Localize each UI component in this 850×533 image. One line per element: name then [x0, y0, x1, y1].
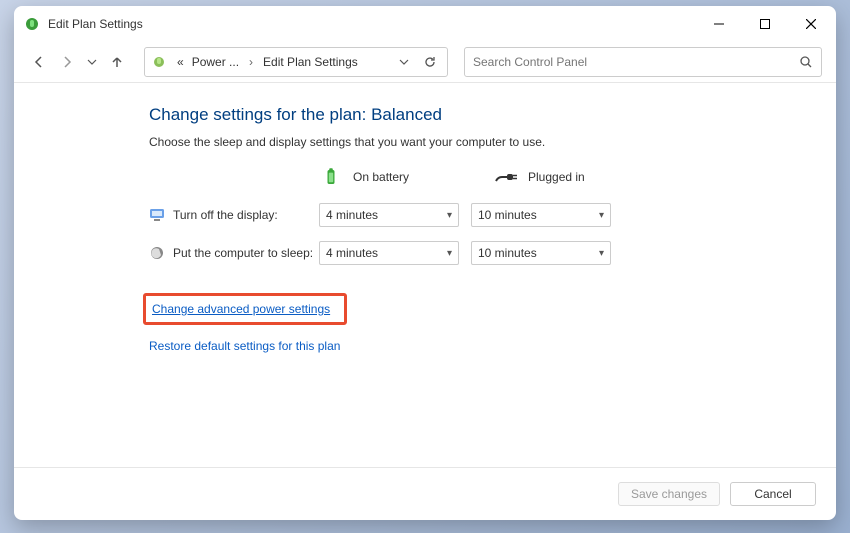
breadcrumb-item[interactable]: Edit Plan Settings: [261, 55, 360, 69]
chevron-right-icon: ›: [245, 55, 257, 69]
advanced-power-settings-link[interactable]: Change advanced power settings: [152, 302, 330, 316]
dropdown-value: 4 minutes: [326, 246, 378, 260]
up-button[interactable]: [106, 51, 128, 73]
row-label: Turn off the display:: [173, 208, 319, 222]
row-label: Put the computer to sleep:: [173, 246, 319, 260]
sleep-plugged-dropdown[interactable]: 10 minutes ▾: [471, 241, 611, 265]
links-area: Change advanced power settings Restore d…: [149, 293, 816, 353]
breadcrumb-item[interactable]: Power ...: [190, 55, 241, 69]
chevron-down-icon: ▾: [599, 248, 604, 259]
dropdown-value: 10 minutes: [478, 246, 537, 260]
search-icon: [799, 55, 813, 69]
save-button[interactable]: Save changes: [618, 482, 720, 506]
app-icon: [24, 16, 40, 32]
search-input[interactable]: [473, 55, 799, 69]
back-button[interactable]: [28, 51, 50, 73]
chevron-down-icon: ▾: [447, 248, 452, 259]
title-bar: Edit Plan Settings: [14, 6, 836, 42]
address-dropdown[interactable]: [393, 51, 415, 73]
address-bar[interactable]: « Power ... › Edit Plan Settings: [144, 47, 448, 77]
page-title: Change settings for the plan: Balanced: [149, 105, 816, 125]
address-icon: [151, 54, 167, 70]
column-label: Plugged in: [528, 170, 585, 184]
display-plugged-dropdown[interactable]: 10 minutes ▾: [471, 203, 611, 227]
maximize-button[interactable]: [742, 8, 788, 40]
plug-icon: [494, 167, 518, 187]
footer: Save changes Cancel: [14, 467, 836, 520]
restore-defaults-link[interactable]: Restore default settings for this plan: [149, 339, 816, 353]
battery-icon: [319, 167, 343, 187]
cancel-button[interactable]: Cancel: [730, 482, 816, 506]
column-headers: On battery Plugged in: [149, 167, 816, 187]
close-button[interactable]: [788, 8, 834, 40]
forward-button[interactable]: [56, 51, 78, 73]
minimize-button[interactable]: [696, 8, 742, 40]
recent-dropdown[interactable]: [84, 51, 100, 73]
row-sleep: Put the computer to sleep: 4 minutes ▾ 1…: [149, 241, 816, 265]
dropdown-value: 4 minutes: [326, 208, 378, 222]
display-icon: [149, 207, 165, 223]
display-battery-dropdown[interactable]: 4 minutes ▾: [319, 203, 459, 227]
window-title: Edit Plan Settings: [48, 17, 143, 31]
sleep-battery-dropdown[interactable]: 4 minutes ▾: [319, 241, 459, 265]
breadcrumb-prefix: «: [175, 55, 186, 69]
sleep-icon: [149, 245, 165, 261]
column-battery: On battery: [319, 167, 494, 187]
search-box[interactable]: [464, 47, 822, 77]
dropdown-value: 10 minutes: [478, 208, 537, 222]
window: Edit Plan Settings « Powe: [14, 6, 836, 520]
page-subtitle: Choose the sleep and display settings th…: [149, 135, 816, 149]
content-area: Change settings for the plan: Balanced C…: [14, 83, 836, 467]
column-label: On battery: [353, 170, 409, 184]
chevron-down-icon: ▾: [447, 210, 452, 221]
row-display: Turn off the display: 4 minutes ▾ 10 min…: [149, 203, 816, 227]
chevron-down-icon: ▾: [599, 210, 604, 221]
refresh-button[interactable]: [419, 51, 441, 73]
column-plugged: Plugged in: [494, 167, 639, 187]
nav-row: « Power ... › Edit Plan Settings: [14, 42, 836, 82]
highlight-box: Change advanced power settings: [143, 293, 347, 325]
